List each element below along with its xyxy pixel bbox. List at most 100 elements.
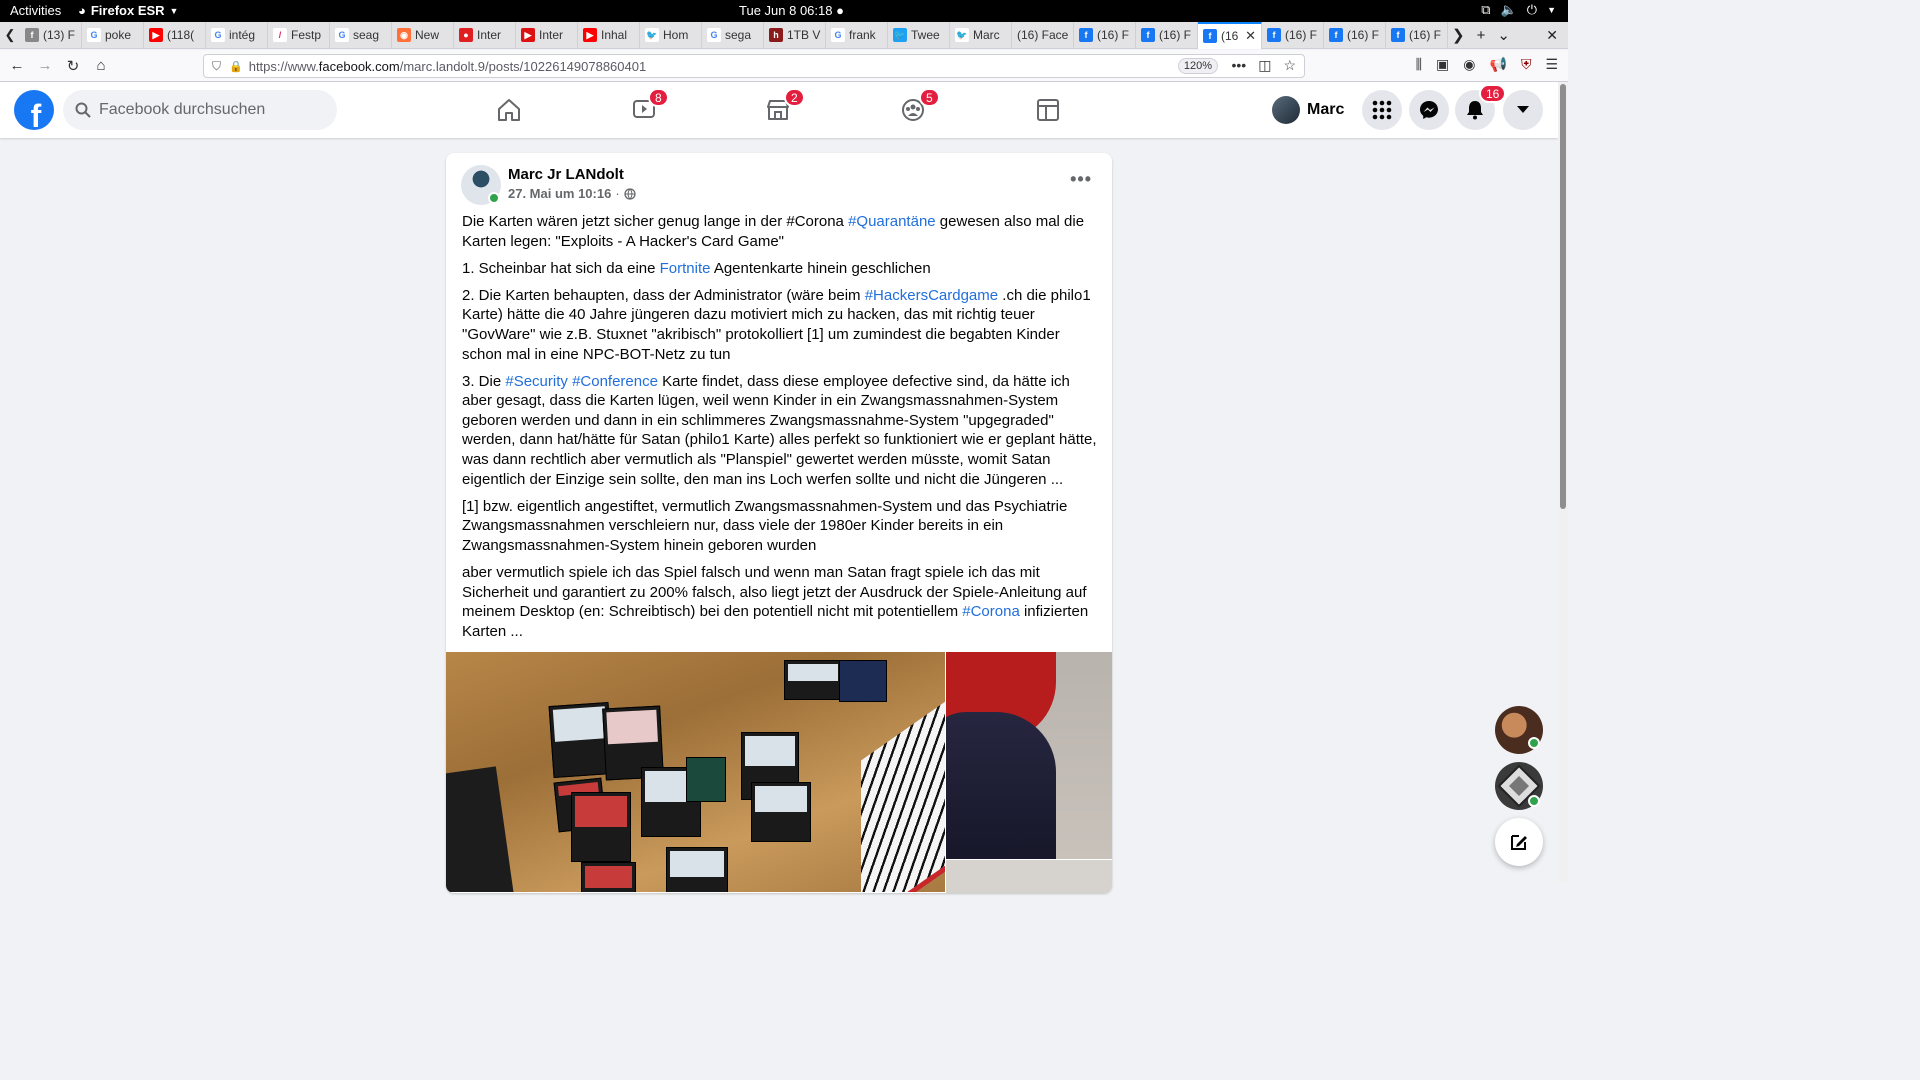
- account-menu-button[interactable]: [1503, 90, 1543, 130]
- google-favicon-icon: G: [831, 28, 845, 42]
- browser-tab[interactable]: h 1TB V: [764, 21, 826, 49]
- nav-home[interactable]: [469, 82, 549, 138]
- browser-tab[interactable]: ▶ Inter: [516, 21, 578, 49]
- tab-scroll-left-button[interactable]: ❮: [0, 22, 20, 49]
- facebook-favicon-icon: f: [1391, 28, 1405, 42]
- post-photo-3[interactable]: [946, 860, 1112, 893]
- pocket-icon[interactable]: ◫: [1258, 57, 1271, 74]
- clock-text: Tue Jun 8 06:18: [739, 3, 833, 18]
- hashtag-link[interactable]: #Quarantäne: [848, 213, 936, 230]
- meta-separator: ·: [615, 186, 620, 201]
- browser-tab[interactable]: 🐦 Hom: [640, 21, 702, 49]
- card-shape: [581, 862, 636, 892]
- browser-tab[interactable]: f (13) F: [20, 21, 82, 49]
- browser-tab[interactable]: f (16 ✕: [1198, 21, 1262, 49]
- library-icon[interactable]: ⫼: [1416, 56, 1422, 73]
- browser-tab[interactable]: 🐦 Twee: [888, 21, 950, 49]
- page-actions-icon[interactable]: •••: [1231, 57, 1246, 74]
- browser-tab[interactable]: Gsega: [702, 21, 764, 49]
- url-bar[interactable]: ⛉ 🔒 https://www.facebook.com/marc.landol…: [203, 54, 1305, 78]
- notifications-button[interactable]: 16: [1455, 84, 1507, 130]
- browser-tab[interactable]: Gseag: [330, 21, 392, 49]
- clock[interactable]: Tue Jun 8 06:18 ●: [739, 3, 844, 18]
- browser-tab[interactable]: f (16) F: [1074, 21, 1136, 49]
- browser-tab[interactable]: ◉ New: [392, 21, 454, 49]
- keyboard-shape: [446, 766, 516, 892]
- system-tray[interactable]: ⧉ 🔈 ⏻ ▼: [1481, 2, 1556, 18]
- app-menu[interactable]: ◕ Firefox ESR ▼: [78, 3, 178, 18]
- nav-gaming[interactable]: [1008, 82, 1088, 138]
- megaphone-icon[interactable]: 📢: [1490, 56, 1507, 73]
- hashtag-link[interactable]: #Conference: [572, 373, 658, 390]
- nav-groups[interactable]: 5: [873, 82, 953, 138]
- browser-tab[interactable]: Gfrank: [826, 21, 888, 49]
- browser-tab[interactable]: f (16) F: [1262, 21, 1324, 49]
- hashtag-link[interactable]: #Corona: [962, 603, 1020, 620]
- hashtag-link[interactable]: #HackersCardgame: [865, 287, 998, 304]
- tab-scroll-right-button[interactable]: ❯: [1452, 26, 1465, 44]
- search-icon: [75, 102, 91, 118]
- online-status-icon: [488, 192, 500, 204]
- piano-keyboard-shape: [861, 683, 945, 892]
- sidebar-icon[interactable]: ▣: [1436, 56, 1449, 73]
- gaming-icon: [1037, 99, 1059, 121]
- home-button[interactable]: ⌂: [88, 53, 114, 79]
- google-favicon-icon: G: [335, 28, 349, 42]
- notifications-badge: 16: [1479, 84, 1507, 103]
- scrollbar-thumb[interactable]: [1560, 84, 1566, 509]
- nav-marketplace[interactable]: 2: [738, 82, 818, 138]
- author-name[interactable]: Marc Jr LANdolt: [508, 166, 624, 183]
- post-photo-cards[interactable]: [446, 652, 945, 892]
- facebook-logo[interactable]: f: [14, 90, 54, 130]
- browser-tab[interactable]: ▶ (118(: [144, 21, 206, 49]
- post-photo-person[interactable]: [946, 652, 1112, 859]
- post-date[interactable]: 27. Mai um 10:16: [508, 186, 611, 201]
- home-icon: [498, 99, 520, 121]
- post-options-button[interactable]: •••: [1070, 169, 1092, 190]
- profile-shortcut[interactable]: Marc: [1272, 92, 1344, 128]
- browser-tab[interactable]: 🐦 Marc: [950, 21, 1012, 49]
- hamburger-menu-icon[interactable]: ☰: [1545, 56, 1558, 73]
- google-favicon-icon: G: [87, 28, 101, 42]
- tab-label: Inhal: [601, 28, 628, 42]
- browser-tab[interactable]: f (16) F: [1136, 21, 1198, 49]
- browser-tab[interactable]: ● Inter: [454, 21, 516, 49]
- firefox-favicon-icon: ◉: [397, 28, 411, 42]
- browser-tab[interactable]: (16) Face: [1012, 21, 1074, 49]
- page-scrollbar[interactable]: [1558, 82, 1568, 882]
- tab-list-button[interactable]: ⌄: [1497, 26, 1510, 44]
- activities-button[interactable]: Activities: [10, 3, 61, 18]
- new-tab-button[interactable]: +: [1477, 27, 1486, 44]
- globe-icon[interactable]: [624, 187, 636, 200]
- bookmark-star-icon[interactable]: ☆: [1283, 57, 1296, 74]
- forward-button[interactable]: →: [32, 53, 58, 79]
- facebook-search[interactable]: Facebook durchsuchen: [63, 90, 337, 130]
- account-icon[interactable]: ◉: [1463, 56, 1475, 73]
- facebook-favicon-icon: f: [1141, 28, 1155, 42]
- url-text[interactable]: https://www.facebook.com/marc.landolt.9/…: [249, 59, 646, 74]
- browser-tab[interactable]: Gpoke: [82, 21, 144, 49]
- facebook-header: f Facebook durchsuchen 8 2 5 Marc 16: [0, 82, 1558, 138]
- back-button[interactable]: ←: [4, 53, 30, 79]
- browser-tab[interactable]: / Festp: [268, 21, 330, 49]
- post-paragraph-4: 3. Die #Security #Conference Karte finde…: [462, 372, 1098, 490]
- nav-watch[interactable]: 8: [604, 82, 684, 138]
- messenger-button[interactable]: [1409, 90, 1449, 130]
- browser-tab[interactable]: ▶ Inhal: [578, 21, 640, 49]
- new-message-button[interactable]: [1495, 818, 1543, 866]
- hashtag-link[interactable]: #Security: [505, 373, 568, 390]
- lock-icon[interactable]: 🔒: [229, 60, 243, 73]
- groups-badge: 5: [919, 88, 940, 107]
- shield-icon[interactable]: ⛉: [212, 59, 221, 74]
- firefox-icon: ◕: [78, 3, 86, 18]
- hashtag-link[interactable]: Fortnite: [660, 260, 711, 277]
- reload-button[interactable]: ↻: [60, 53, 86, 79]
- close-tab-icon[interactable]: ✕: [1245, 28, 1256, 44]
- menu-button[interactable]: [1362, 90, 1402, 130]
- browser-tab[interactable]: f (16) F: [1386, 21, 1448, 49]
- browser-tab[interactable]: f (16) F: [1324, 21, 1386, 49]
- zoom-indicator[interactable]: 120%: [1177, 58, 1218, 74]
- browser-tab[interactable]: Gintég: [206, 21, 268, 49]
- ublock-icon[interactable]: ⛨: [1521, 56, 1532, 73]
- close-window-icon[interactable]: ✕: [1546, 27, 1558, 44]
